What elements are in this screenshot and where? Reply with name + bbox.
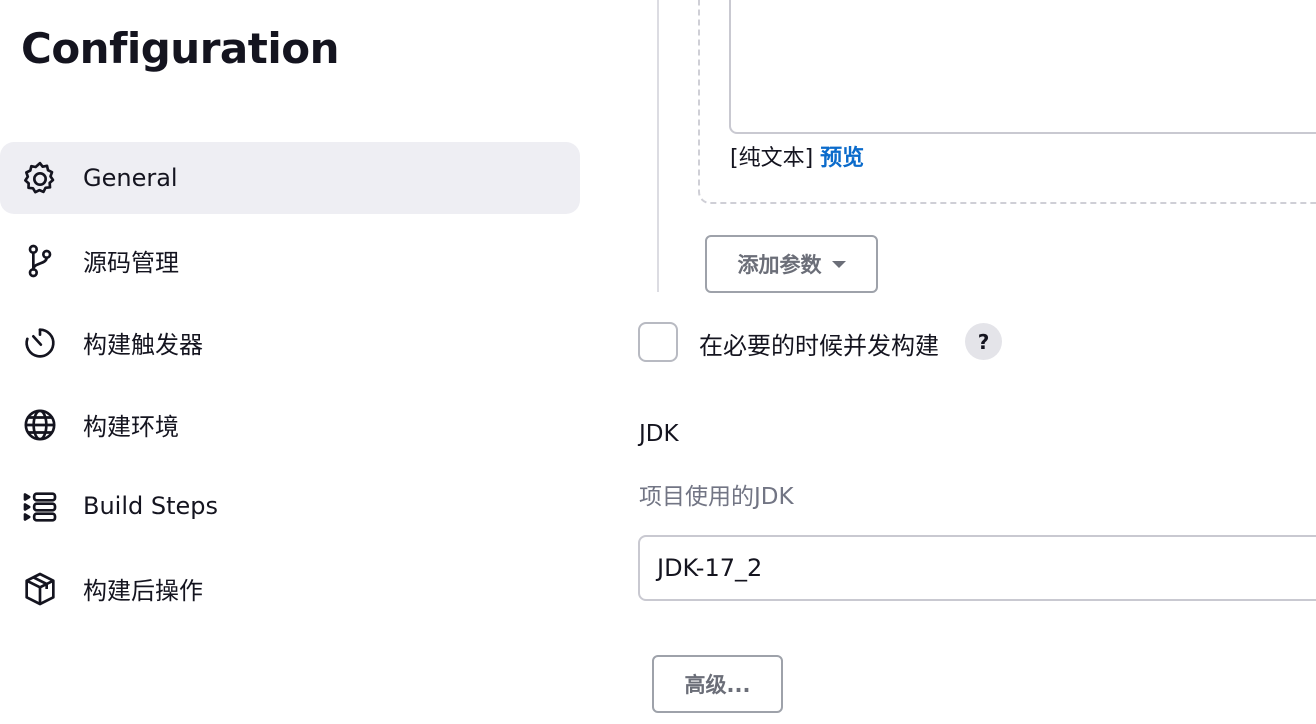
sidebar-item-build-environment[interactable]: 构建环境	[0, 388, 580, 460]
sidebar-item-general[interactable]: General	[0, 142, 580, 214]
parameter-default-textarea[interactable]	[729, 0, 1316, 134]
concurrent-build-label[interactable]: 在必要的时候并发构建	[699, 326, 939, 361]
sidebar-item-label: Build Steps	[83, 492, 219, 520]
help-icon[interactable]: ?	[965, 323, 1002, 360]
jdk-description: 项目使用的JDK	[639, 484, 794, 510]
sidebar-item-post-build[interactable]: 构建后操作	[0, 552, 580, 624]
sidebar-item-build-triggers[interactable]: 构建触发器	[0, 306, 580, 378]
text-format-label: [纯文本]	[730, 146, 814, 171]
advanced-label: 高级...	[684, 673, 751, 697]
jdk-label: JDK	[639, 421, 679, 447]
sidebar-item-build-steps[interactable]: Build Steps	[0, 470, 580, 542]
jdk-selected-value: JDK-17_2	[657, 554, 763, 582]
git-branch-icon	[20, 241, 60, 281]
add-parameter-button[interactable]: 添加参数	[705, 235, 878, 293]
text-format-info: [纯文本] 预览	[730, 140, 864, 172]
sidebar-nav: General 源码管理 构建触发器 构建环境 Build Steps 构建后操…	[0, 142, 580, 634]
concurrent-build-checkbox[interactable]	[638, 322, 678, 362]
page: Configuration General 源码管理 构建触发器 构建环境 Bu…	[0, 0, 1316, 724]
sidebar-item-label: General	[83, 164, 178, 192]
sidebar-item-scm[interactable]: 源码管理	[0, 224, 580, 296]
advanced-button[interactable]: 高级...	[652, 655, 783, 713]
page-title: Configuration	[21, 24, 340, 73]
add-parameter-label: 添加参数	[737, 253, 822, 277]
jdk-select[interactable]: JDK-17_2	[638, 535, 1316, 601]
sidebar-item-label: 构建环境	[83, 412, 179, 441]
sidebar-item-label: 构建触发器	[83, 330, 203, 359]
preview-link[interactable]: 预览	[820, 146, 864, 171]
gear-icon	[20, 159, 60, 199]
sidebar-item-label: 构建后操作	[83, 576, 203, 605]
timer-icon	[20, 323, 60, 363]
sidebar-item-label: 源码管理	[83, 248, 179, 277]
section-divider	[657, 0, 659, 292]
caret-down-icon	[831, 260, 846, 268]
package-icon	[20, 569, 60, 609]
globe-icon	[20, 405, 60, 445]
list-steps-icon	[20, 487, 60, 527]
